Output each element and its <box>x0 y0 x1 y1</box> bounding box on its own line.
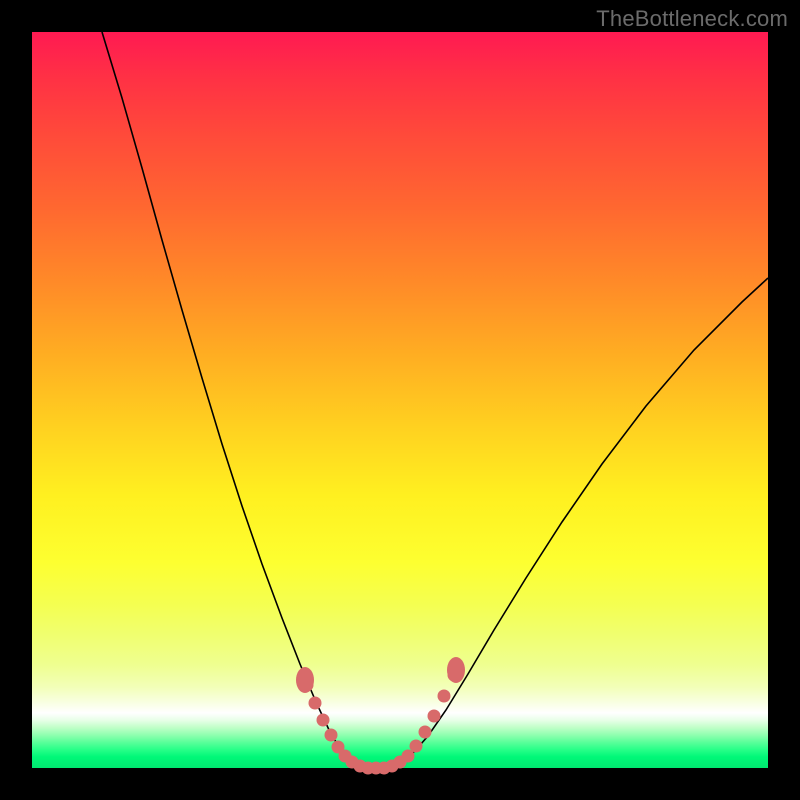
curve-markers <box>301 669 461 775</box>
curve-marker <box>317 714 330 727</box>
curve-marker <box>309 697 322 710</box>
curve-marker-caps <box>296 657 465 693</box>
curve-marker <box>438 690 451 703</box>
curve-marker-cap <box>447 657 465 683</box>
curve-marker <box>410 740 423 753</box>
bottleneck-curve <box>102 32 768 768</box>
chart-svg <box>32 32 768 768</box>
curve-marker-cap <box>296 667 314 693</box>
curve-marker <box>419 726 432 739</box>
chart-plot-area <box>32 32 768 768</box>
curve-marker <box>428 710 441 723</box>
curve-marker <box>325 729 338 742</box>
watermark-text: TheBottleneck.com <box>596 6 788 32</box>
